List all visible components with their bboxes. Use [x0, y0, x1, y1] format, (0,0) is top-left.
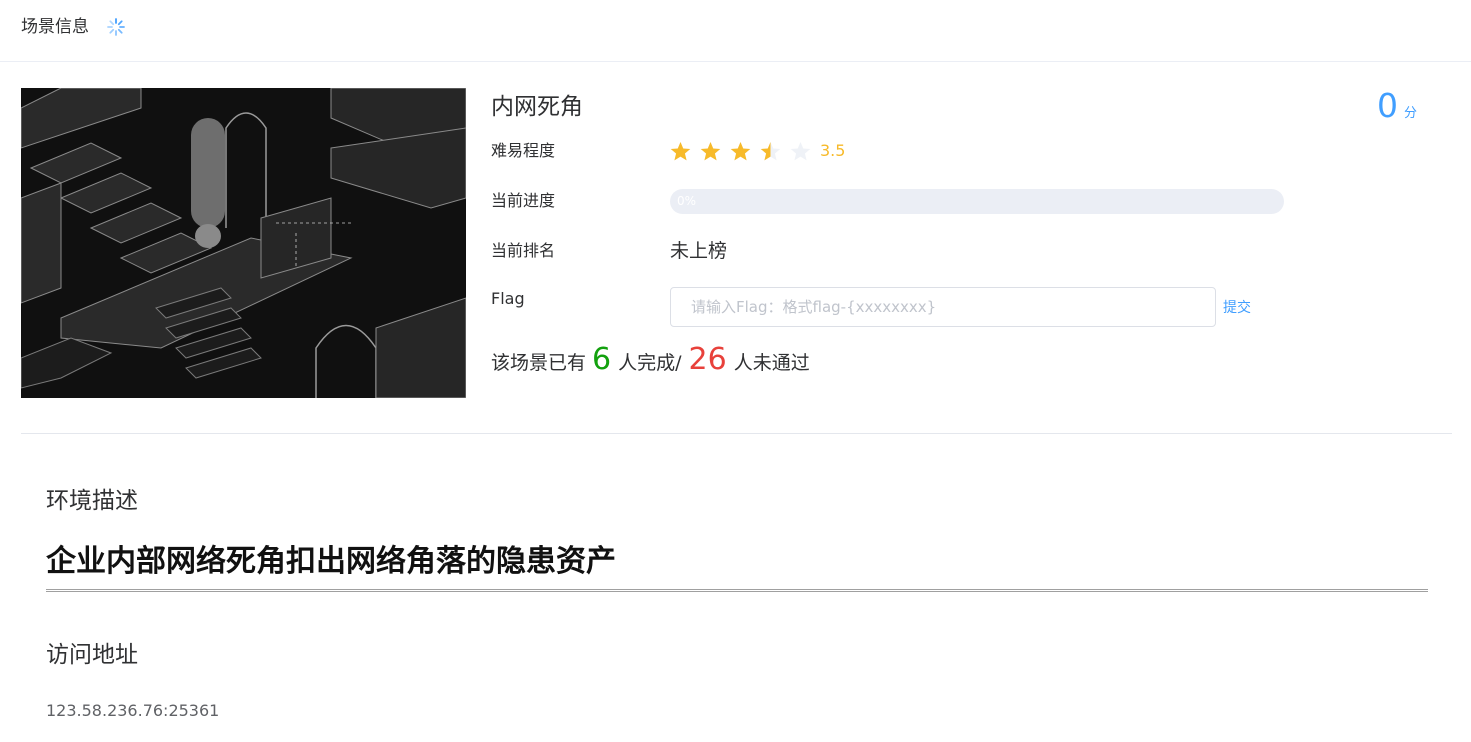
- access-section-title: 访问地址: [46, 642, 138, 668]
- rank-label: 当前排名: [491, 241, 556, 260]
- progress-bar: 0%: [670, 189, 1284, 214]
- star-icon[interactable]: [790, 141, 811, 162]
- scene-illustration-icon: [21, 88, 466, 398]
- star-icon[interactable]: [730, 141, 751, 162]
- progress-text: 0%: [677, 194, 697, 208]
- completed-count: 6: [592, 342, 612, 377]
- failed-count: 26: [688, 342, 727, 377]
- completion-stats: 该场景已有 6 人完成/26 人未通过: [491, 340, 810, 383]
- page-header: 场景信息: [0, 0, 1471, 62]
- rank-value: 未上榜: [670, 240, 728, 262]
- section-divider: [21, 433, 1452, 434]
- star-icon[interactable]: [760, 141, 781, 162]
- environment-section-title: 环境描述: [46, 488, 138, 514]
- progress-label: 当前进度: [491, 191, 556, 210]
- difficulty-rating: 3.5: [670, 139, 845, 163]
- score-value: 0: [1377, 86, 1398, 125]
- difficulty-label: 难易程度: [491, 141, 556, 160]
- loading-spinner-icon: [107, 18, 125, 36]
- stats-completed-suffix: 人完成/: [618, 352, 682, 374]
- environment-heading: 企业内部网络死角扣出网络角落的隐患资产: [46, 541, 1428, 592]
- access-address: 123.58.236.76:25361: [46, 701, 220, 720]
- scene-name: 内网死角: [491, 94, 583, 120]
- stats-failed-suffix: 人未通过: [733, 352, 810, 374]
- submit-button[interactable]: 提交: [1223, 298, 1251, 318]
- star-icon[interactable]: [700, 141, 721, 162]
- score-unit: 分: [1404, 106, 1418, 121]
- page-title: 场景信息: [21, 17, 89, 37]
- scene-image: [21, 88, 466, 398]
- difficulty-rating-text: 3.5: [820, 141, 846, 160]
- stats-prefix: 该场景已有: [491, 352, 587, 374]
- score-display: 0分: [1377, 86, 1417, 134]
- star-icon[interactable]: [670, 141, 691, 162]
- flag-input[interactable]: [670, 287, 1216, 327]
- flag-label: Flag: [491, 289, 525, 308]
